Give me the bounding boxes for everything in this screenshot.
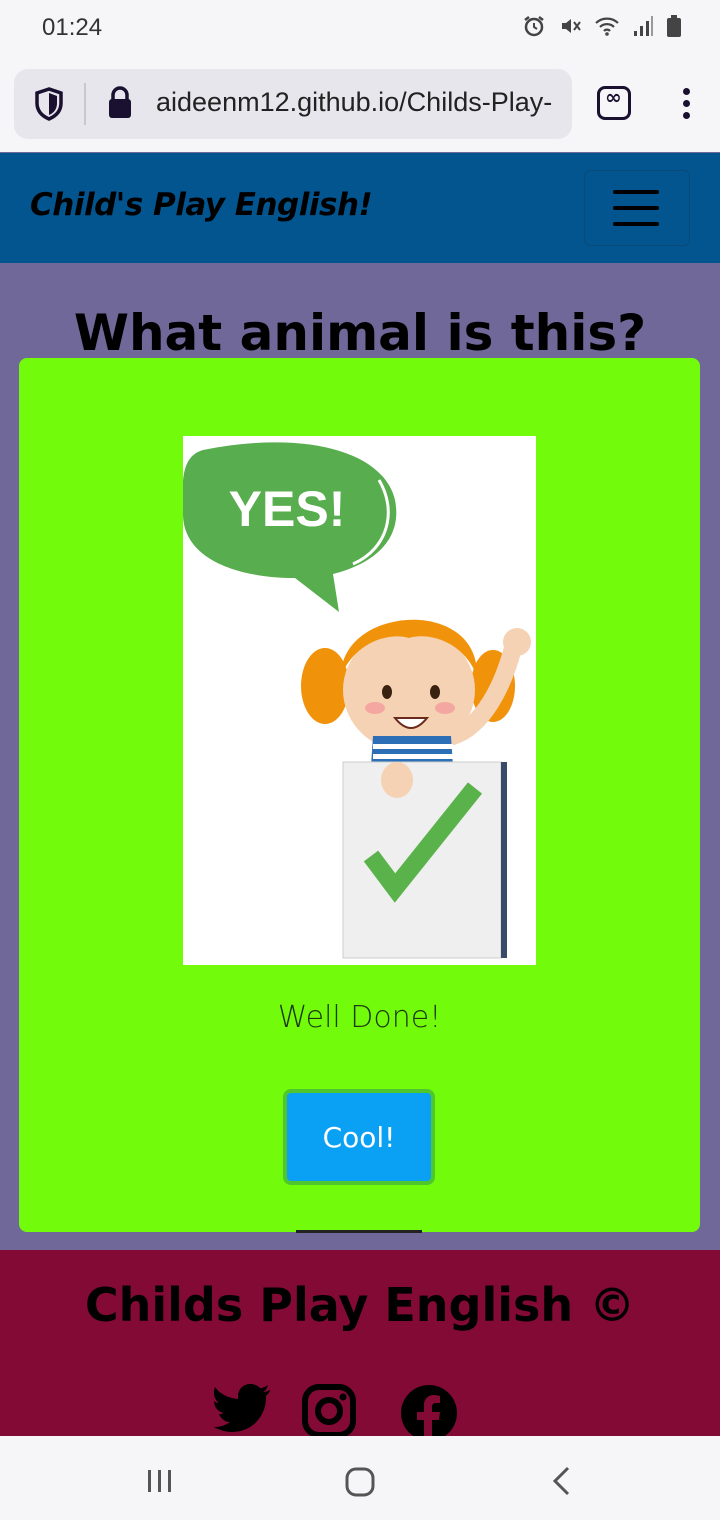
tab-switcher-icon[interactable]	[597, 85, 631, 120]
recent-apps-icon[interactable]	[146, 1468, 174, 1498]
browser-toolbar: aideenm12.github.io/Childs-Play-	[0, 56, 720, 152]
url-divider	[84, 83, 86, 125]
status-bar: 01:24	[0, 0, 720, 56]
well-done-image: YES!	[183, 436, 536, 965]
url-text[interactable]: aideenm12.github.io/Childs-Play-	[156, 87, 566, 118]
battery-icon	[666, 14, 682, 42]
modal-message: Well Done!	[277, 1000, 442, 1035]
shield-icon[interactable]	[34, 87, 64, 125]
page-title: What animal is this?	[73, 304, 647, 362]
more-menu-icon[interactable]	[683, 88, 693, 124]
site-footer: Childs Play English ©	[0, 1250, 720, 1442]
android-navigation-bar	[0, 1436, 720, 1520]
cool-button[interactable]: Cool!	[283, 1089, 435, 1185]
lock-icon	[106, 85, 134, 125]
twitter-icon[interactable]	[214, 1384, 272, 1440]
site-navbar: Child's Play English!	[0, 153, 720, 263]
mute-icon	[558, 14, 582, 42]
bubble-text: YES!	[229, 481, 346, 537]
status-time: 01:24	[42, 14, 103, 41]
wifi-icon	[594, 15, 620, 41]
home-icon[interactable]	[344, 1466, 376, 1502]
alarm-icon	[522, 14, 546, 42]
address-bar[interactable]: aideenm12.github.io/Childs-Play-	[14, 69, 572, 139]
back-icon[interactable]	[550, 1466, 572, 1500]
hamburger-menu-button[interactable]	[584, 170, 690, 246]
instagram-icon[interactable]	[302, 1384, 356, 1442]
footer-title: Childs Play English ©	[84, 1278, 636, 1332]
navbar-brand[interactable]: Child's Play English!	[30, 187, 373, 223]
status-icons	[522, 14, 682, 42]
result-modal: YES! Well Done! Cool!	[19, 358, 700, 1232]
signal-icon	[632, 15, 654, 41]
background-element	[296, 1230, 422, 1233]
